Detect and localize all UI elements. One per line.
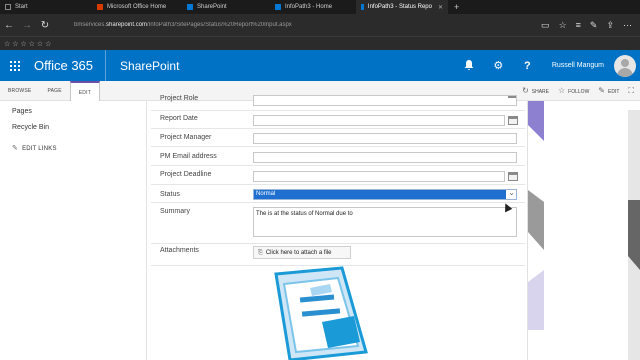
form-row-status: Status Normal ⌄ xyxy=(151,185,525,203)
follow-button[interactable]: ☆ FOLLOW xyxy=(558,86,589,95)
edit-links-button[interactable]: ✎ EDIT LINKS xyxy=(12,144,146,152)
avatar[interactable] xyxy=(614,54,636,77)
tab-browse[interactable]: BROWSE xyxy=(0,81,39,101)
reading-view-icon[interactable]: ▭ xyxy=(541,20,550,31)
edit-button[interactable]: ✎ EDIT xyxy=(598,86,619,95)
nav-item-recycle-bin[interactable]: Recycle Bin xyxy=(12,120,146,136)
favorite-stars[interactable]: ☆ ☆ ☆ ☆ ☆ ☆ xyxy=(4,40,51,48)
tab-label: Microsoft Office Home xyxy=(107,4,167,10)
more-icon[interactable]: ⋯ xyxy=(623,20,632,31)
pm-email-input[interactable] xyxy=(253,152,517,163)
start-icon xyxy=(5,4,11,10)
url-path: /InfoPath3/SitePages/Status%20Report%20I… xyxy=(147,22,292,28)
form-row-report-date: Report Date xyxy=(151,111,525,129)
share-label: SHARE xyxy=(531,89,549,95)
form-document-illustration xyxy=(274,266,368,360)
hub-icon[interactable]: ≡ xyxy=(576,20,581,30)
tab-infopath3-home[interactable]: InfoPath3 - Home xyxy=(270,0,356,14)
field-label: Status xyxy=(160,191,180,198)
notification-bell-icon[interactable] xyxy=(455,50,484,81)
new-tab-button[interactable]: + xyxy=(448,2,465,12)
favorite-star-icon[interactable]: ☆ xyxy=(559,20,567,31)
office365-brand[interactable]: Office 365 xyxy=(30,50,107,81)
focus-mode-icon[interactable]: ⛶ xyxy=(628,86,634,96)
star-icon: ☆ xyxy=(558,86,566,95)
edit-label: EDIT xyxy=(608,89,620,95)
sharepoint-icon xyxy=(187,4,193,10)
address-bar: ← → ↻ bmservices.sharepoint.com/InfoPath… xyxy=(0,14,640,36)
sharepoint-icon xyxy=(361,4,364,10)
tab-sharepoint[interactable]: SharePoint xyxy=(182,0,270,14)
calendar-icon[interactable] xyxy=(508,116,518,125)
form-row-attachments: Attachments ⎘ Click here to attach a file xyxy=(151,244,525,266)
report-date-input[interactable] xyxy=(253,115,505,126)
field-label: Project Manager xyxy=(160,134,212,141)
settings-gear-icon[interactable]: ⚙ xyxy=(484,50,513,81)
chevron-down-icon[interactable] xyxy=(508,96,518,105)
pencil-icon: ✎ xyxy=(598,86,605,95)
tab-edit[interactable]: EDIT xyxy=(69,80,100,101)
user-name[interactable]: Russell Mangum xyxy=(542,62,614,69)
tab-label: InfoPath3 - Status Repo xyxy=(367,4,432,10)
office-icon xyxy=(97,4,103,10)
form-row-project-manager: Project Manager xyxy=(151,129,525,147)
field-label: Project Role xyxy=(160,95,199,102)
app-launcher-icon[interactable] xyxy=(0,50,30,81)
project-role-select[interactable] xyxy=(253,95,517,106)
browser-tab-strip: Start Microsoft Office Home SharePoint I… xyxy=(0,0,640,14)
url-prefix: bmservices. xyxy=(74,22,107,28)
forward-icon[interactable]: → xyxy=(18,20,36,31)
tab-office-home[interactable]: Microsoft Office Home xyxy=(92,0,182,14)
nav-item-pages[interactable]: Pages xyxy=(12,104,146,120)
paperclip-icon: ⎘ xyxy=(258,250,263,256)
field-label: Attachments xyxy=(160,247,199,254)
project-manager-input[interactable] xyxy=(253,133,517,144)
attach-file-button[interactable]: ⎘ Click here to attach a file xyxy=(253,246,351,259)
status-selected-value: Normal xyxy=(254,190,506,199)
share-button[interactable]: ↻ SHARE xyxy=(522,86,549,95)
form-row-summary: Summary The is at the status of Normal d… xyxy=(151,203,525,244)
attach-file-label: Click here to attach a file xyxy=(265,250,332,256)
edit-links-label: EDIT LINKS xyxy=(22,146,57,152)
project-deadline-input[interactable] xyxy=(253,171,505,182)
close-tab-icon[interactable]: ✕ xyxy=(432,4,443,11)
form-row-pm-email: PM Email address xyxy=(151,147,525,166)
form-row-project-deadline: Project Deadline xyxy=(151,166,525,185)
page-background xyxy=(528,101,640,360)
url-domain: sharepoint.com xyxy=(106,22,148,28)
follow-label: FOLLOW xyxy=(568,89,590,95)
chevron-down-icon[interactable]: ⌄ xyxy=(508,188,515,197)
tab-label: SharePoint xyxy=(197,4,227,10)
pencil-icon: ✎ xyxy=(12,145,19,152)
share-icon: ↻ xyxy=(522,86,529,95)
help-icon[interactable]: ? xyxy=(513,50,542,81)
tab-page[interactable]: PAGE xyxy=(39,81,69,101)
field-label: PM Email address xyxy=(160,153,217,160)
web-note-icon[interactable]: ✎ xyxy=(590,20,598,31)
suite-bar: Office 365 SharePoint ⚙ ? Russell Mangum xyxy=(0,50,640,81)
tab-infopath3-status[interactable]: InfoPath3 - Status Repo ✕ xyxy=(356,0,448,14)
calendar-icon[interactable] xyxy=(508,172,518,181)
app-title[interactable]: SharePoint xyxy=(106,59,179,73)
field-label: Summary xyxy=(160,208,190,215)
field-label: Report Date xyxy=(160,115,198,122)
status-dropdown[interactable]: Normal ⌄ xyxy=(253,188,517,200)
tab-label: InfoPath3 - Home xyxy=(285,4,333,10)
tab-start[interactable]: Start xyxy=(0,0,92,14)
tab-label: Start xyxy=(15,4,28,10)
left-nav: Pages Recycle Bin ✎ EDIT LINKS xyxy=(0,101,146,360)
field-label: Project Deadline xyxy=(160,171,212,178)
summary-textarea[interactable]: The is at the status of Normal due to xyxy=(253,207,517,237)
back-icon[interactable]: ← xyxy=(0,20,18,31)
refresh-icon[interactable]: ↻ xyxy=(36,20,54,31)
share-icon[interactable]: ⇪ xyxy=(606,20,614,31)
url-field[interactable]: bmservices.sharepoint.com/InfoPath3/Site… xyxy=(74,22,474,28)
sharepoint-icon xyxy=(275,4,281,10)
favorites-bar: ☆ ☆ ☆ ☆ ☆ ☆ xyxy=(0,36,640,50)
form-row-project-role: Project Role xyxy=(151,95,525,111)
